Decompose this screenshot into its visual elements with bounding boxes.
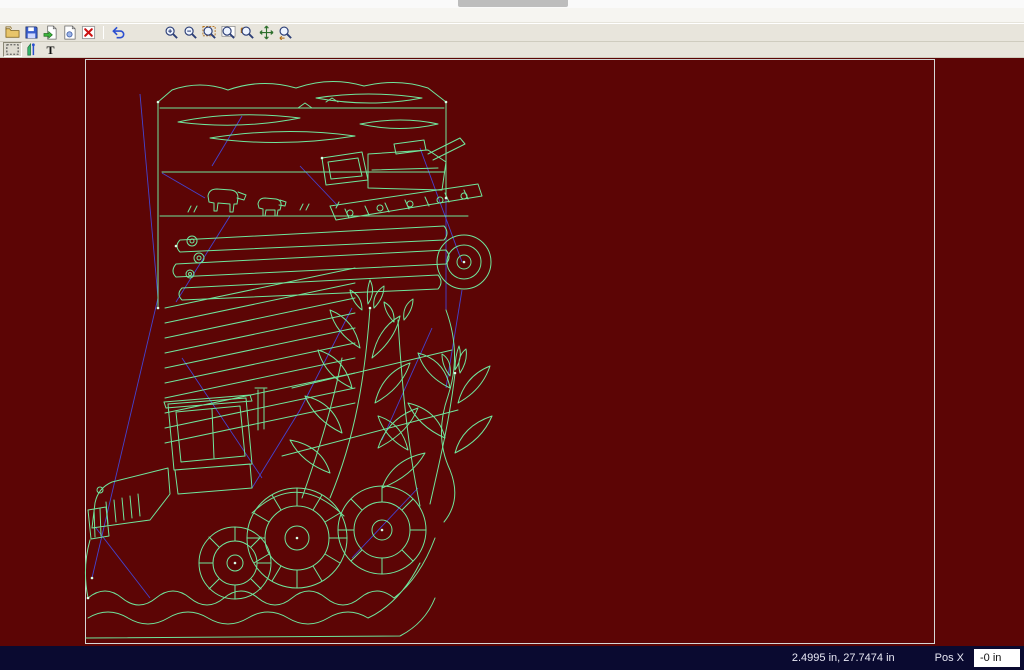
simulate-icon[interactable]	[22, 42, 41, 57]
pasture-cows	[160, 172, 468, 216]
select-mode-icon[interactable]	[3, 42, 22, 57]
status-bar: 2.4995 in, 27.7474 in Pos X -0 in	[0, 646, 1024, 670]
rapid-move-lines	[92, 94, 462, 598]
sky-banners	[178, 94, 438, 143]
pan-icon[interactable]	[257, 24, 276, 41]
zoom-in-icon[interactable]	[162, 24, 181, 41]
zoom-toolbar-group	[162, 24, 295, 41]
mode-toolbar-group: T	[3, 42, 60, 57]
log-pile	[173, 226, 449, 300]
wheat-heads	[350, 280, 466, 376]
zoom-window-icon[interactable]	[200, 24, 219, 41]
import-drawing-icon[interactable]	[41, 24, 60, 41]
cursor-coordinates: 2.4995 in, 27.7474 in	[792, 652, 895, 664]
menu-bar	[0, 8, 1024, 23]
open-job-icon[interactable]	[3, 24, 22, 41]
frame-contour	[158, 81, 455, 522]
zoom-out-icon[interactable]	[181, 24, 200, 41]
main-toolbar	[0, 23, 1024, 42]
tractor-body	[88, 388, 344, 539]
close-icon[interactable]	[79, 24, 98, 41]
post-process-icon[interactable]	[60, 24, 79, 41]
path-nodes	[87, 101, 466, 600]
mode-toolbar: T	[0, 42, 1024, 58]
zoom-extents-icon[interactable]	[219, 24, 238, 41]
pos-x-value: -0 in	[974, 649, 1020, 667]
undo-icon[interactable]	[109, 24, 128, 41]
work-area[interactable]	[0, 58, 1024, 646]
top-strip	[0, 0, 1024, 8]
file-toolbar-group	[3, 24, 98, 41]
text-tool-icon-glyph: T	[46, 44, 54, 56]
toolbar-separator	[103, 26, 104, 39]
app-window: T	[0, 0, 1024, 670]
window-title-tab[interactable]	[458, 0, 568, 7]
drawing-canvas[interactable]	[0, 58, 1024, 646]
wheat-leaves	[290, 310, 492, 488]
zoom-previous-icon[interactable]	[276, 24, 295, 41]
wheel-treads	[199, 486, 426, 599]
zoom-selected-icon[interactable]	[238, 24, 257, 41]
pos-x-label: Pos X	[935, 652, 964, 664]
sheet-outline	[86, 60, 935, 644]
edit-toolbar-group	[109, 24, 128, 41]
text-tool-icon[interactable]: T	[41, 42, 60, 57]
combine-harvester	[322, 138, 482, 220]
save-job-icon[interactable]	[22, 24, 41, 41]
